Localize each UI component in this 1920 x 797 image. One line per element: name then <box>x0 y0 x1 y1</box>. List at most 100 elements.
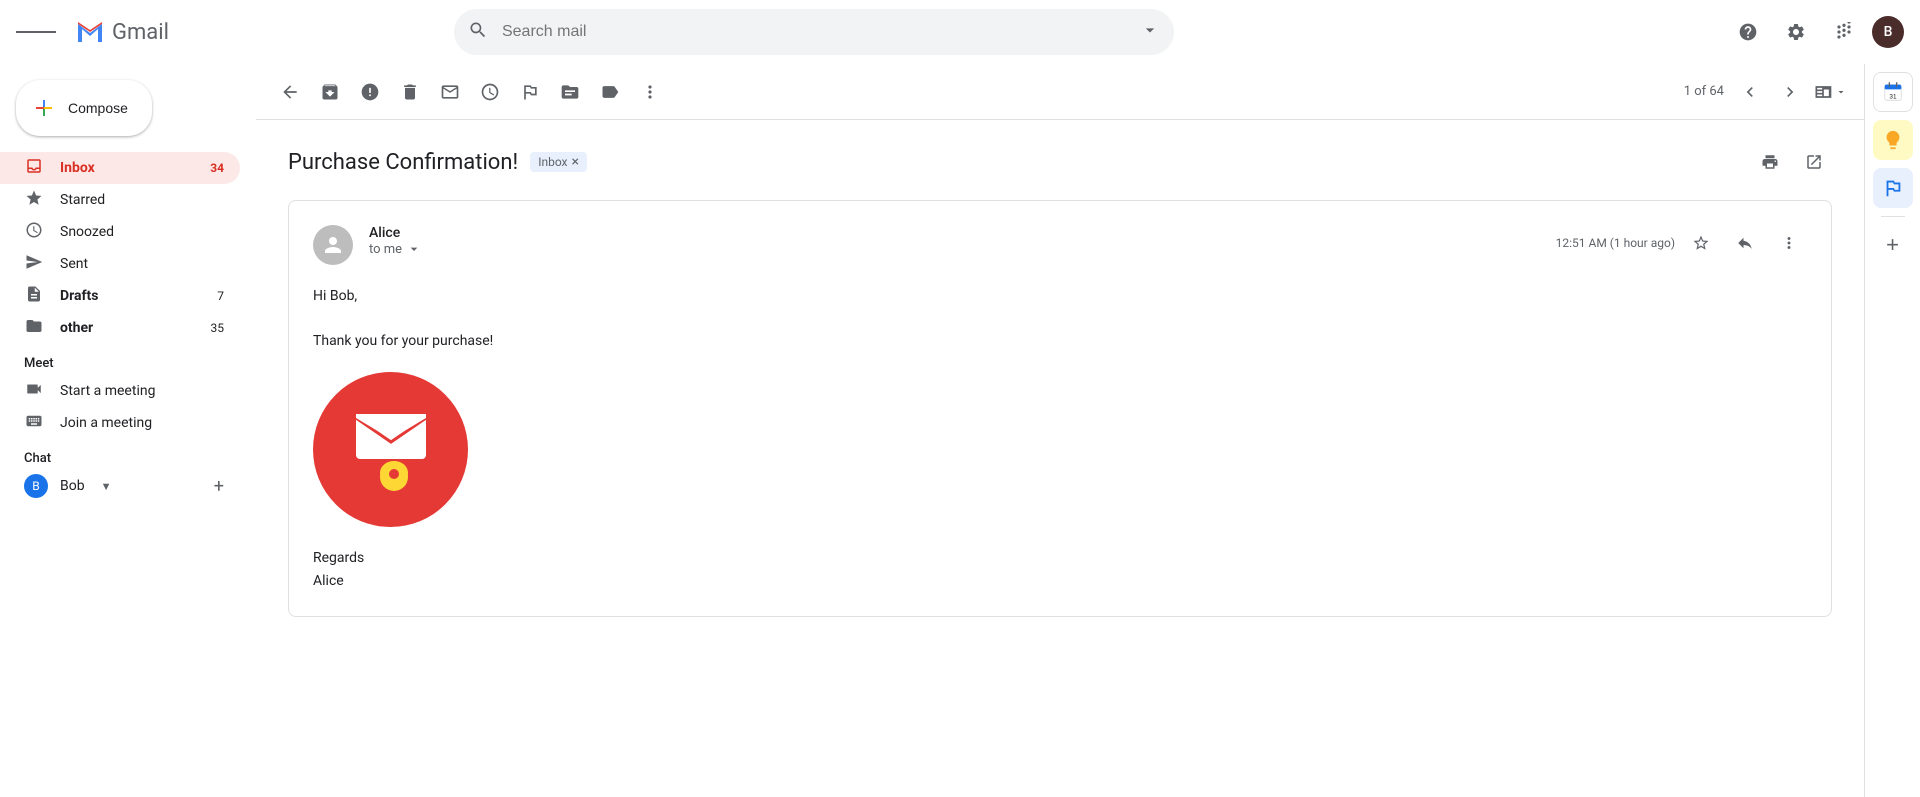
email-view: 1 of 64 Purchase Confirmation! Inbox × <box>256 64 1864 797</box>
compose-label: Compose <box>68 100 128 116</box>
open-in-new-button[interactable] <box>1796 144 1832 180</box>
star-button[interactable] <box>1683 225 1719 261</box>
meet-section-label: Meet <box>0 344 256 375</box>
sender-info: Alice to me <box>369 225 1540 257</box>
star-icon <box>24 189 44 211</box>
message-more-button[interactable] <box>1771 225 1807 261</box>
inbox-label: Inbox <box>60 160 194 176</box>
add-app-button[interactable]: + <box>1873 225 1913 265</box>
snooze-button[interactable] <box>472 74 508 110</box>
help-button[interactable] <box>1728 12 1768 52</box>
gmail-logo[interactable]: Gmail <box>72 14 169 50</box>
email-content: Purchase Confirmation! Inbox × <box>256 120 1864 797</box>
menu-button[interactable] <box>16 12 56 52</box>
send-icon <box>24 253 44 275</box>
body-wrap: Compose Inbox 34 Starred Snoozed <box>0 64 1920 797</box>
chat-dropdown-icon: ▼ <box>101 480 112 493</box>
search-bar <box>454 9 1174 55</box>
sidebar-item-chat-bob[interactable]: B Bob ▼ + <box>0 470 240 502</box>
view-split-button[interactable] <box>1812 74 1848 110</box>
inbox-badge-close[interactable]: × <box>572 154 579 170</box>
label-button[interactable] <box>592 74 628 110</box>
pagination-info: 1 of 64 <box>1684 84 1724 99</box>
email-subject: Purchase Confirmation! <box>288 150 518 175</box>
keep-icon-button[interactable] <box>1873 120 1913 160</box>
email-subject-row: Purchase Confirmation! Inbox × <box>288 144 1832 180</box>
chat-avatar-icon: B <box>24 474 44 498</box>
email-greeting: Hi Bob, <box>313 285 1807 307</box>
delete-button[interactable] <box>392 74 428 110</box>
email-image-container <box>313 372 1807 527</box>
inbox-count: 34 <box>210 161 224 175</box>
email-timestamp: 12:51 AM (1 hour ago) <box>1556 236 1675 250</box>
apps-button[interactable] <box>1824 12 1864 52</box>
snoozed-label: Snoozed <box>60 224 224 240</box>
gmail-logo-icon <box>72 14 108 50</box>
back-button[interactable] <box>272 74 308 110</box>
sidebar-item-inbox[interactable]: Inbox 34 <box>0 152 240 184</box>
draft-icon <box>24 285 44 307</box>
tasks-icon-button[interactable] <box>1873 168 1913 208</box>
sender-avatar <box>313 225 353 265</box>
avatar[interactable]: B <box>1872 16 1904 48</box>
report-spam-button[interactable] <box>352 74 388 110</box>
sidebar-item-drafts[interactable]: Drafts 7 <box>0 280 240 312</box>
inbox-badge-label: Inbox <box>538 155 567 169</box>
chat-user-label: Bob <box>60 478 85 494</box>
email-signoff: Regards <box>313 547 1807 569</box>
clock-icon <box>24 221 44 243</box>
start-meeting-label: Start a meeting <box>60 383 224 399</box>
more-options-button[interactable] <box>632 74 668 110</box>
email-body-text: Thank you for your purchase! <box>313 330 1807 352</box>
message-meta: 12:51 AM (1 hour ago) <box>1556 225 1807 261</box>
drafts-count: 7 <box>217 289 224 303</box>
mark-unread-button[interactable] <box>432 74 468 110</box>
chat-section-label: Chat <box>0 439 256 470</box>
sender-to[interactable]: to me <box>369 241 1540 257</box>
sidebar-item-other[interactable]: other 35 <box>0 312 240 344</box>
print-button[interactable] <box>1752 144 1788 180</box>
sidebar-item-starred[interactable]: Starred <box>0 184 240 216</box>
gmail-text: Gmail <box>112 20 169 45</box>
sidebar: Compose Inbox 34 Starred Snoozed <box>0 64 256 797</box>
location-pin-icon <box>377 461 405 495</box>
compose-button[interactable]: Compose <box>16 80 152 136</box>
other-label: other <box>60 320 195 336</box>
add-to-tasks-button[interactable] <box>512 74 548 110</box>
search-icon <box>468 20 488 44</box>
sidebar-item-sent[interactable]: Sent <box>0 248 240 280</box>
reply-button[interactable] <box>1727 225 1763 261</box>
compose-plus-icon <box>32 96 56 120</box>
prev-email-button[interactable] <box>1732 74 1768 110</box>
email-signname: Alice <box>313 570 1807 592</box>
chat-add-icon[interactable]: + <box>214 476 224 497</box>
video-icon <box>24 380 44 402</box>
archive-button[interactable] <box>312 74 348 110</box>
topbar-right: B <box>1728 12 1904 52</box>
search-input[interactable] <box>454 9 1174 55</box>
right-sidebar: 31 + <box>1864 64 1920 797</box>
other-count: 35 <box>211 321 225 335</box>
purchase-image <box>313 372 468 527</box>
keyboard-icon <box>24 412 44 434</box>
sender-name: Alice <box>369 225 1540 241</box>
svg-text:31: 31 <box>1889 93 1897 100</box>
search-dropdown-icon[interactable] <box>1140 20 1160 44</box>
sidebar-item-start-meeting[interactable]: Start a meeting <box>0 375 240 407</box>
email-toolbar: 1 of 64 <box>256 64 1864 120</box>
message-header: Alice to me 12:51 AM (1 hour ago) <box>313 225 1807 265</box>
drafts-label: Drafts <box>60 288 201 304</box>
sent-label: Sent <box>60 256 224 272</box>
move-to-button[interactable] <box>552 74 588 110</box>
message-body: Hi Bob, Thank you for your purchase! <box>313 285 1807 592</box>
email-message: Alice to me 12:51 AM (1 hour ago) <box>288 200 1832 617</box>
settings-button[interactable] <box>1776 12 1816 52</box>
inbox-badge: Inbox × <box>530 152 587 172</box>
calendar-widget[interactable]: 31 <box>1873 72 1913 112</box>
join-meeting-label: Join a meeting <box>60 415 224 431</box>
sidebar-item-join-meeting[interactable]: Join a meeting <box>0 407 240 439</box>
starred-label: Starred <box>60 192 224 208</box>
folder-icon <box>24 317 44 339</box>
next-email-button[interactable] <box>1772 74 1808 110</box>
sidebar-item-snoozed[interactable]: Snoozed <box>0 216 240 248</box>
